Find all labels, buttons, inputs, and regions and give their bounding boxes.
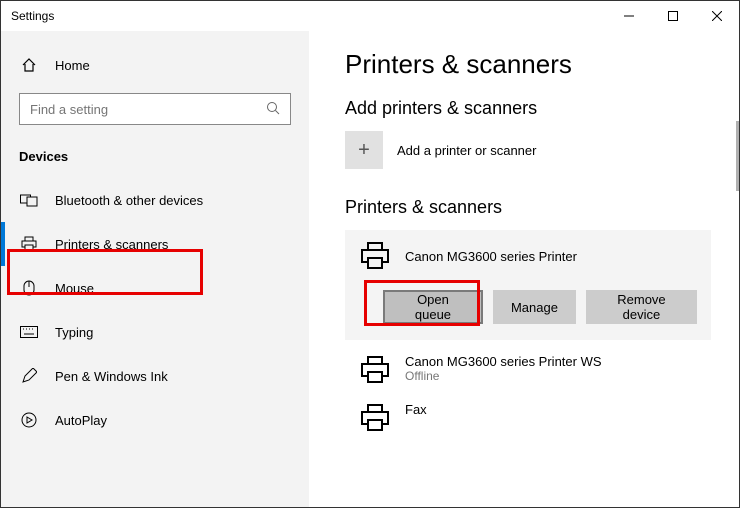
- remove-device-button[interactable]: Remove device: [586, 290, 697, 324]
- list-section-title: Printers & scanners: [345, 197, 711, 218]
- add-printer-label: Add a printer or scanner: [397, 143, 536, 158]
- home-link[interactable]: Home: [1, 51, 309, 79]
- search-box[interactable]: [19, 93, 291, 125]
- printer-item[interactable]: Fax: [345, 394, 711, 442]
- device-name: Fax: [405, 402, 427, 417]
- sidebar-item-pen[interactable]: Pen & Windows Ink: [1, 354, 309, 398]
- window-title: Settings: [11, 9, 54, 23]
- sidebar-item-label: Pen & Windows Ink: [55, 369, 168, 384]
- home-icon: [19, 57, 39, 73]
- add-printer-row[interactable]: + Add a printer or scanner: [345, 131, 711, 169]
- device-name: Canon MG3600 series Printer: [405, 249, 577, 264]
- sidebar-item-label: Bluetooth & other devices: [55, 193, 203, 208]
- window-body: Home Devices Bluetooth & other devices: [1, 31, 739, 507]
- search-input[interactable]: [28, 101, 266, 118]
- page-title: Printers & scanners: [345, 49, 711, 80]
- devices-icon: [19, 193, 39, 207]
- open-queue-button[interactable]: Open queue: [383, 290, 483, 324]
- pen-icon: [19, 368, 39, 384]
- plus-icon: +: [345, 131, 383, 169]
- close-icon: [712, 11, 722, 21]
- device-name: Canon MG3600 series Printer WS: [405, 354, 602, 369]
- printer-icon: [359, 240, 391, 272]
- device-buttons: Open queue Manage Remove device: [383, 290, 697, 324]
- home-label: Home: [55, 58, 90, 73]
- titlebar: Settings: [1, 1, 739, 31]
- sidebar: Home Devices Bluetooth & other devices: [1, 31, 309, 507]
- autoplay-icon: [19, 412, 39, 428]
- sidebar-item-printers[interactable]: Printers & scanners: [1, 222, 309, 266]
- mouse-icon: [19, 280, 39, 296]
- maximize-icon: [668, 11, 678, 21]
- sidebar-item-typing[interactable]: Typing: [1, 310, 309, 354]
- settings-window: Settings Home: [0, 0, 740, 508]
- minimize-icon: [624, 11, 634, 21]
- sidebar-item-label: AutoPlay: [55, 413, 107, 428]
- selected-printer-card[interactable]: Canon MG3600 series Printer Open queue M…: [345, 230, 711, 340]
- sidebar-item-label: Mouse: [55, 281, 94, 296]
- content-pane: Printers & scanners Add printers & scann…: [309, 31, 739, 507]
- manage-button[interactable]: Manage: [493, 290, 576, 324]
- printer-icon: [19, 236, 39, 252]
- sidebar-item-label: Printers & scanners: [55, 237, 168, 252]
- sidebar-item-bluetooth[interactable]: Bluetooth & other devices: [1, 178, 309, 222]
- close-button[interactable]: [695, 1, 739, 31]
- minimize-button[interactable]: [607, 1, 651, 31]
- device-status: Offline: [405, 369, 602, 383]
- printer-icon: [359, 354, 391, 386]
- keyboard-icon: [19, 326, 39, 338]
- window-controls: [607, 1, 739, 31]
- scrollbar[interactable]: [736, 121, 739, 191]
- printer-item[interactable]: Canon MG3600 series Printer WS Offline: [345, 346, 711, 394]
- sidebar-item-mouse[interactable]: Mouse: [1, 266, 309, 310]
- search-icon: [266, 101, 282, 117]
- sidebar-section-title: Devices: [1, 143, 309, 178]
- printer-icon: [359, 402, 391, 434]
- add-section-title: Add printers & scanners: [345, 98, 711, 119]
- sidebar-item-label: Typing: [55, 325, 93, 340]
- maximize-button[interactable]: [651, 1, 695, 31]
- sidebar-item-autoplay[interactable]: AutoPlay: [1, 398, 309, 442]
